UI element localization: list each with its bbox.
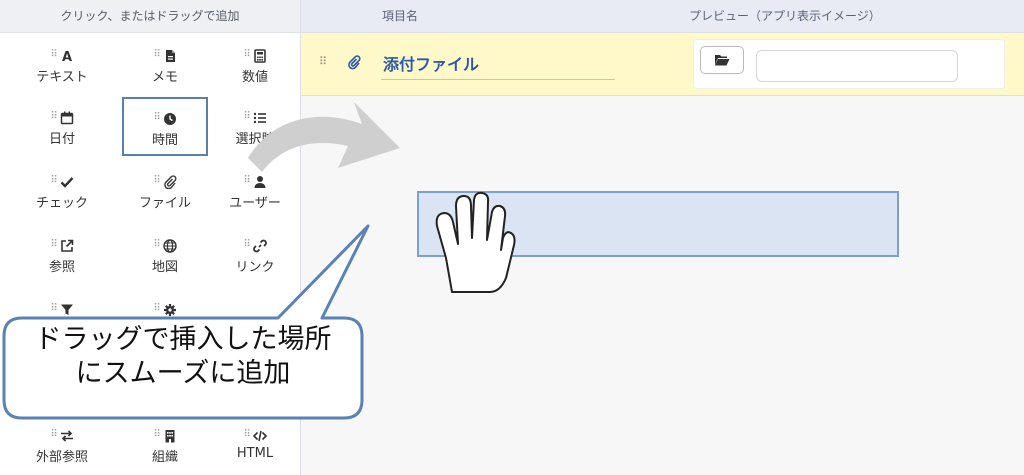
paperclip-icon (163, 174, 177, 189)
palette-item-html[interactable]: ⠿ HTML (213, 416, 297, 474)
drag-handle-icon[interactable]: ⠿ (153, 299, 160, 319)
editor-header: 項目名 プレビュー（アプリ表示イメージ） (301, 0, 1024, 33)
drag-handle-icon[interactable]: ⠿ (153, 171, 160, 191)
drag-handle-icon[interactable]: ⠿ (50, 107, 57, 127)
drag-handle-icon[interactable]: ⠿ (243, 425, 250, 445)
palette-item-label: 日付 (48, 132, 75, 147)
palette-item-label: 外部参照 (35, 450, 88, 465)
user-icon (253, 174, 267, 188)
palette-item-time[interactable]: ⠿ 時間 (122, 97, 208, 156)
svg-text:A: A (62, 50, 72, 63)
building-icon (163, 428, 177, 442)
palette-item-choice[interactable]: ⠿ 選択肢 (213, 98, 297, 156)
drag-handle-icon[interactable]: ⠿ (50, 171, 57, 191)
drag-handle-icon[interactable]: ⠿ (50, 235, 57, 255)
link-icon (252, 238, 267, 252)
column-header-preview: プレビュー（アプリ表示イメージ） (689, 9, 881, 23)
list-icon (253, 110, 267, 124)
palette-item-label: ファイル (138, 196, 191, 211)
drag-handle-icon[interactable]: ⠿ (243, 45, 250, 65)
palette-item-label: メモ (151, 70, 178, 85)
drag-handle-icon[interactable]: ⠿ (243, 171, 250, 191)
palette-item-label: チェック (35, 196, 88, 211)
palette-item-reference[interactable]: ⠿ 参照 (20, 226, 104, 284)
drag-handle-icon[interactable]: ⠿ (319, 55, 327, 68)
check-icon (60, 174, 74, 188)
form-editor: 項目名 プレビュー（アプリ表示イメージ） ⠿ (301, 0, 1024, 475)
palette-item-label: リンク (235, 260, 275, 275)
drag-handle-icon[interactable]: ⠿ (153, 45, 160, 65)
gear-icon (163, 302, 177, 316)
palette-item-label: 数値 (241, 70, 268, 85)
callout-text: ドラッグで挿入した場所 にスムーズに追加 (4, 323, 362, 391)
drag-handle-icon[interactable]: ⠿ (153, 108, 160, 128)
palette-header: クリック、またはドラッグで追加 (0, 0, 300, 33)
drag-handle-icon[interactable]: ⠿ (243, 107, 250, 127)
palette-item-label: ユーザー (229, 196, 281, 211)
drag-handle-icon[interactable]: ⠿ (243, 235, 250, 255)
paperclip-icon (347, 54, 361, 74)
palette-item-external-reference[interactable]: ⠿ 外部参照 (20, 416, 104, 474)
palette-item-memo[interactable]: ⠿ メモ (123, 36, 207, 94)
palette-item-label: テキスト (36, 70, 88, 85)
callout-line-1: ドラッグで挿入した場所 (34, 324, 332, 355)
globe-icon (162, 238, 177, 253)
memo-icon (163, 48, 177, 62)
palette-item-label: HTML (236, 446, 274, 461)
drag-handle-icon[interactable]: ⠿ (50, 299, 57, 319)
palette-item-label: 組織 (151, 450, 178, 465)
external-link-icon (60, 238, 74, 252)
clock-icon (163, 111, 177, 125)
drag-handle-icon[interactable]: ⠿ (50, 425, 57, 445)
field-row-attachment[interactable]: ⠿ (301, 33, 1024, 96)
code-icon (252, 428, 267, 442)
palette-item-link[interactable]: ⠿ リンク (213, 226, 297, 284)
drag-handle-icon[interactable]: ⠿ (153, 425, 160, 445)
calendar-icon (60, 110, 74, 124)
file-select-button[interactable] (700, 46, 744, 74)
filter-icon (60, 302, 74, 316)
file-path-field[interactable] (756, 50, 958, 82)
field-name-input[interactable] (381, 47, 615, 80)
palette-item-date[interactable]: ⠿ 日付 (20, 98, 104, 156)
column-header-name: 項目名 (382, 9, 419, 23)
palette-item-label: 参照 (48, 260, 75, 275)
font-letter-icon: A (60, 48, 74, 65)
drag-handle-icon[interactable]: ⠿ (153, 235, 160, 255)
palette-item-file[interactable]: ⠿ ファイル (123, 162, 207, 220)
palette-item-organization[interactable]: ⠿ 組織 (123, 416, 207, 474)
palette-item-user[interactable]: ⠿ ユーザー (213, 162, 297, 220)
drop-target-placeholder[interactable] (417, 191, 899, 257)
palette-item-text[interactable]: ⠿ A テキスト (20, 36, 104, 94)
palette-item-map[interactable]: ⠿ 地図 (123, 226, 207, 284)
palette-item-label: 時間 (151, 133, 178, 148)
palette-item-number[interactable]: ⠿ 数値 (213, 36, 297, 94)
folder-open-icon (714, 51, 730, 70)
field-palette: クリック、またはドラッグで追加 ⠿ A テキスト ⠿ メモ ⠿ 数値 ⠿ 日付 ⠿… (0, 0, 301, 475)
preview-area (693, 39, 1005, 89)
swap-arrows-icon (60, 428, 74, 442)
palette-item-label: 選択肢 (235, 132, 275, 147)
callout-line-2: にスムーズに追加 (75, 358, 291, 389)
palette-item-check[interactable]: ⠿ チェック (20, 162, 104, 220)
palette-item-label: 地図 (151, 260, 178, 275)
drag-handle-icon[interactable]: ⠿ (50, 45, 57, 65)
calculator-icon (253, 48, 267, 63)
